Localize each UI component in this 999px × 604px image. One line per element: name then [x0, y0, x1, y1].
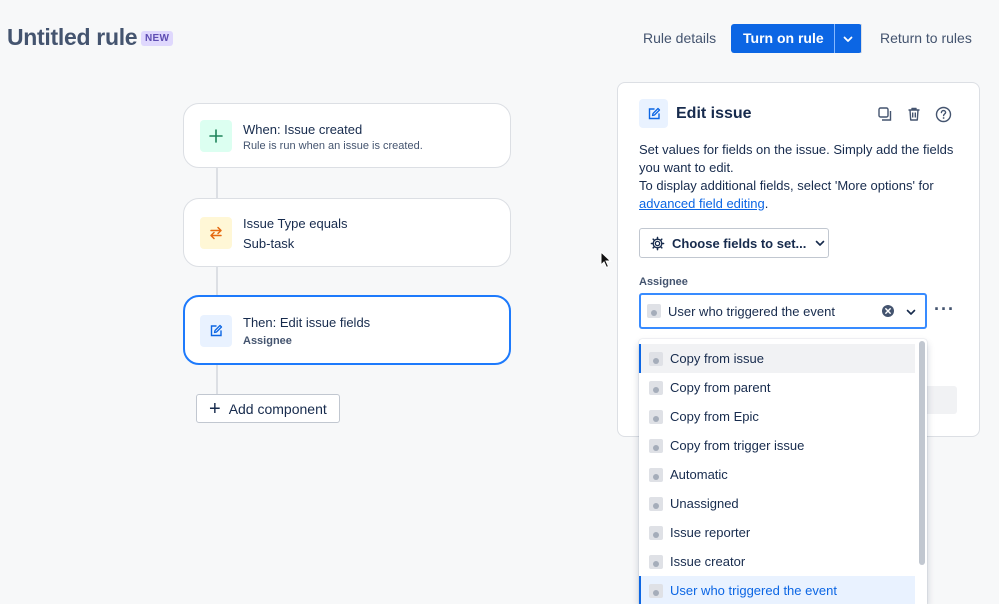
- choose-fields-label: Choose fields to set...: [672, 235, 807, 251]
- trigger-subtitle: Rule is run when an issue is created.: [243, 140, 423, 152]
- flow-connector: [216, 267, 218, 296]
- action-title: Then: Edit issue fields: [243, 315, 371, 330]
- dropdown-option[interactable]: Automatic: [639, 460, 915, 489]
- panel-title: Edit issue: [676, 105, 752, 122]
- turn-on-rule-button[interactable]: Turn on rule: [731, 24, 834, 53]
- swap-arrows-icon: [200, 217, 232, 249]
- assignee-dropdown: Copy from issue Copy from parent Copy fr…: [639, 339, 927, 604]
- page-title: Untitled rule: [7, 24, 138, 50]
- action-card[interactable]: Then: Edit issue fields Assignee: [183, 295, 511, 365]
- chevron-down-icon: [843, 36, 853, 42]
- rule-details-button[interactable]: Rule details: [643, 30, 716, 46]
- edit-icon: [639, 99, 668, 128]
- assignee-value: User who triggered the event: [668, 303, 835, 319]
- dropdown-option[interactable]: Issue creator: [639, 547, 915, 576]
- user-avatar-icon: [649, 554, 663, 569]
- clear-icon[interactable]: [881, 304, 895, 318]
- action-subtitle: Assignee: [243, 335, 292, 347]
- dropdown-option[interactable]: Copy from Epic: [639, 402, 915, 431]
- more-options-icon[interactable]: ···: [934, 299, 955, 320]
- trigger-title: When: Issue created: [243, 122, 363, 137]
- condition-title: Issue Type equals: [243, 216, 348, 231]
- turn-on-rule-group: Turn on rule: [731, 24, 862, 53]
- trigger-card[interactable]: When: Issue created Rule is run when an …: [183, 103, 511, 168]
- chevron-down-icon[interactable]: [905, 306, 917, 318]
- condition-subtitle: Sub-task: [243, 236, 295, 251]
- condition-card[interactable]: Issue Type equals Sub-task: [183, 198, 511, 267]
- help-icon[interactable]: [934, 105, 952, 123]
- flow-connector: [216, 168, 218, 198]
- chevron-down-icon: [816, 240, 825, 246]
- user-avatar-icon: [649, 525, 663, 540]
- dropdown-option[interactable]: Copy from trigger issue: [639, 431, 915, 460]
- panel-description: Set values for fields on the issue. Simp…: [639, 142, 954, 211]
- user-avatar-icon: [647, 304, 661, 318]
- add-component-label: Add component: [228, 400, 327, 417]
- dropdown-option[interactable]: Issue reporter: [639, 518, 915, 547]
- user-avatar-icon: [649, 380, 663, 395]
- dropdown-option-selected[interactable]: User who triggered the event: [639, 576, 915, 604]
- user-avatar-icon: [649, 351, 663, 366]
- choose-fields-button[interactable]: Choose fields to set...: [639, 228, 829, 258]
- dropdown-option[interactable]: Copy from parent: [639, 373, 915, 402]
- add-component-button[interactable]: + Add component: [196, 394, 340, 423]
- return-to-rules-button[interactable]: Return to rules: [880, 30, 972, 46]
- trash-icon[interactable]: [905, 105, 923, 123]
- turn-on-options-button[interactable]: [833, 24, 862, 53]
- plus-icon: +: [209, 397, 221, 420]
- user-avatar-icon: [649, 467, 663, 482]
- duplicate-icon[interactable]: [876, 105, 894, 123]
- advanced-field-editing-link[interactable]: advanced field editing: [639, 196, 765, 211]
- user-avatar-icon: [649, 438, 663, 453]
- user-avatar-icon: [649, 409, 663, 424]
- new-badge: NEW: [141, 31, 174, 46]
- header-divider: [861, 24, 862, 53]
- plus-icon: [200, 120, 232, 152]
- user-avatar-icon: [649, 496, 663, 511]
- dropdown-option[interactable]: Copy from issue: [639, 344, 915, 373]
- mouse-cursor-icon: [600, 251, 612, 269]
- edit-icon: [200, 315, 232, 347]
- assignee-select[interactable]: User who triggered the event: [639, 293, 927, 329]
- dropdown-option[interactable]: Unassigned: [639, 489, 915, 518]
- assignee-label: Assignee: [639, 276, 688, 288]
- user-avatar-icon: [649, 583, 663, 598]
- gear-icon: [650, 236, 665, 250]
- dropdown-scrollbar[interactable]: [919, 341, 925, 565]
- flow-connector: [216, 365, 218, 394]
